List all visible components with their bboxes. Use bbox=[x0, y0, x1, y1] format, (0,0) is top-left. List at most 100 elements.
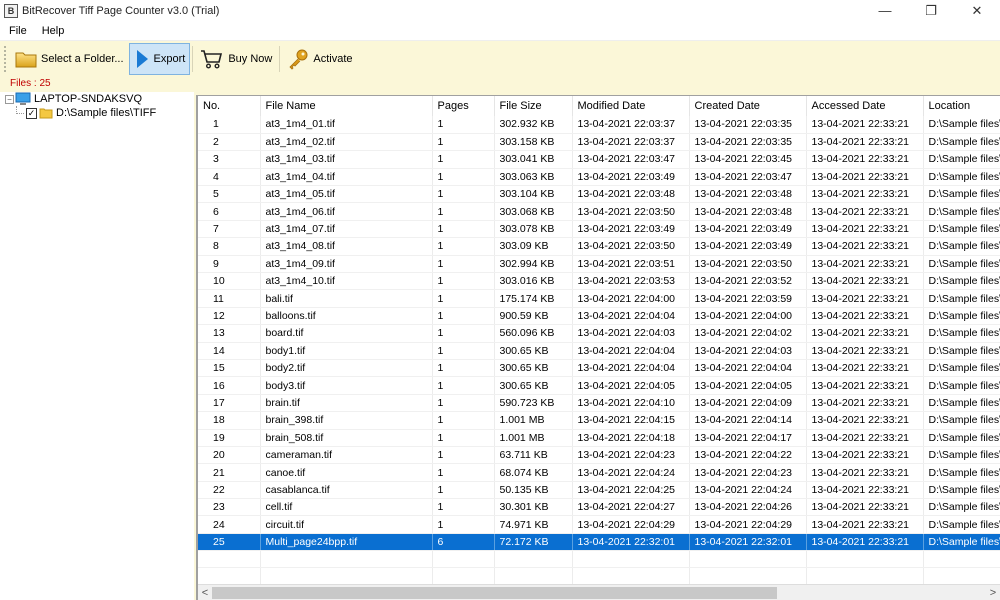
column-header-modified-date[interactable]: Modified Date bbox=[572, 96, 690, 116]
cell-accessed-date: 13-04-2021 22:33:21 bbox=[806, 498, 924, 517]
empty-cell bbox=[494, 550, 573, 569]
cell-file-name: at3_1m4_04.tif bbox=[260, 168, 433, 187]
files-table-container: No. File Name Pages File Size Modified D… bbox=[196, 95, 1000, 600]
column-header-created-date[interactable]: Created Date bbox=[689, 96, 807, 116]
table-row[interactable]: 12 balloons.tif 1 900.59 KB 13-04-2021 22:04… bbox=[198, 307, 1000, 326]
cell-pages: 1 bbox=[432, 255, 495, 274]
cell-location: D:\Sample files\ bbox=[923, 220, 1000, 239]
column-header-accessed-date[interactable]: Accessed Date bbox=[806, 96, 924, 116]
cell-no: 20 bbox=[198, 446, 261, 465]
cell-accessed-date: 13-04-2021 22:33:21 bbox=[806, 289, 924, 308]
table-row[interactable]: 6 at3_1m4_06.tif 1 303.068 KB 13-04-2021 22:… bbox=[198, 202, 1000, 221]
cell-file-size: 303.041 KB bbox=[494, 150, 573, 169]
table-row[interactable]: 3 at3_1m4_03.tif 1 303.041 KB 13-04-2021 22:… bbox=[198, 150, 1000, 169]
column-header-pages[interactable]: Pages bbox=[432, 96, 495, 116]
table-row[interactable]: 13 board.tif 1 560.096 KB 13-04-2021 22:04:0… bbox=[198, 324, 1000, 343]
table-row[interactable]: 8 at3_1m4_08.tif 1 303.09 KB 13-04-2021 22:0… bbox=[198, 237, 1000, 256]
cell-created-date: 13-04-2021 22:03:52 bbox=[689, 272, 807, 291]
empty-cell bbox=[432, 550, 495, 569]
scroll-right-arrow[interactable]: > bbox=[986, 585, 1000, 600]
menu-help[interactable]: Help bbox=[36, 25, 71, 37]
cell-file-name: casablanca.tif bbox=[260, 481, 433, 500]
cell-file-size: 175.174 KB bbox=[494, 289, 573, 308]
cell-file-name: body3.tif bbox=[260, 376, 433, 395]
cell-file-size: 300.65 KB bbox=[494, 376, 573, 395]
cell-accessed-date: 13-04-2021 22:33:21 bbox=[806, 446, 924, 465]
cell-location: D:\Sample files\ bbox=[923, 168, 1000, 187]
column-header-no[interactable]: No. bbox=[198, 96, 261, 116]
cell-file-name: at3_1m4_01.tif bbox=[260, 116, 433, 134]
activate-button[interactable]: Activate bbox=[282, 43, 357, 75]
window-title: BitRecover Tiff Page Counter v3.0 (Trial… bbox=[22, 4, 220, 17]
empty-cell bbox=[198, 550, 261, 569]
scroll-left-arrow[interactable]: < bbox=[198, 585, 212, 600]
table-row[interactable]: 7 at3_1m4_07.tif 1 303.078 KB 13-04-2021 22:… bbox=[198, 220, 1000, 239]
cell-file-name: canoe.tif bbox=[260, 463, 433, 482]
select-folder-button[interactable]: Select a Folder... bbox=[10, 43, 129, 75]
table-row[interactable]: 11 bali.tif 1 175.174 KB 13-04-2021 22:04:00… bbox=[198, 289, 1000, 308]
folder-icon bbox=[39, 108, 53, 119]
close-button[interactable]: ✕ bbox=[954, 0, 1000, 21]
column-header-file-name[interactable]: File Name bbox=[260, 96, 433, 116]
table-row[interactable]: 24 circuit.tif 1 74.971 KB 13-04-2021 22:04:… bbox=[198, 515, 1000, 534]
table-row[interactable]: 1 at3_1m4_01.tif 1 302.932 KB 13-04-2021 22:… bbox=[198, 116, 1000, 134]
table-row[interactable]: 10 at3_1m4_10.tif 1 303.016 KB 13-04-2021 22… bbox=[198, 272, 1000, 291]
cell-accessed-date: 13-04-2021 22:33:21 bbox=[806, 481, 924, 500]
buy-now-label: Buy Now bbox=[228, 52, 273, 65]
table-row[interactable]: 5 at3_1m4_05.tif 1 303.104 KB 13-04-2021 22:… bbox=[198, 185, 1000, 204]
cell-location: D:\Sample files\ bbox=[923, 429, 1000, 447]
cell-modified-date: 13-04-2021 22:03:53 bbox=[572, 272, 690, 291]
menu-file[interactable]: File bbox=[3, 25, 33, 37]
table-row[interactable]: 14 body1.tif 1 300.65 KB 13-04-2021 22:04:04… bbox=[198, 342, 1000, 360]
table-row[interactable]: 25 Multi_page24bpp.tif 6 72.172 KB 13-04-202… bbox=[198, 533, 1000, 552]
cell-modified-date: 13-04-2021 22:04:27 bbox=[572, 498, 690, 517]
cell-modified-date: 13-04-2021 22:04:04 bbox=[572, 307, 690, 326]
buy-now-button[interactable]: Buy Now bbox=[195, 43, 277, 75]
cell-created-date: 13-04-2021 22:03:35 bbox=[689, 116, 807, 134]
cell-no: 11 bbox=[198, 289, 261, 308]
cell-no: 25 bbox=[198, 533, 261, 552]
table-row[interactable]: 15 body2.tif 1 300.65 KB 13-04-2021 22:04:04… bbox=[198, 359, 1000, 378]
cell-file-size: 560.096 KB bbox=[494, 324, 573, 343]
table-row[interactable]: 20 cameraman.tif 1 63.711 KB 13-04-2021 22:0… bbox=[198, 446, 1000, 465]
collapse-icon[interactable]: − bbox=[5, 94, 14, 104]
table-row[interactable]: 23 cell.tif 1 30.301 KB 13-04-2021 22:04:27 1… bbox=[198, 498, 1000, 517]
cell-modified-date: 13-04-2021 22:04:00 bbox=[572, 289, 690, 308]
cell-pages: 6 bbox=[432, 533, 495, 552]
minimize-button[interactable]: — bbox=[862, 0, 908, 21]
cell-file-size: 1.001 MB bbox=[494, 411, 573, 430]
table-row[interactable]: 19 brain_508.tif 1 1.001 MB 13-04-2021 22:04… bbox=[198, 429, 1000, 447]
table-row[interactable]: 17 brain.tif 1 590.723 KB 13-04-2021 22:04:1… bbox=[198, 394, 1000, 413]
cell-created-date: 13-04-2021 22:04:00 bbox=[689, 307, 807, 326]
column-header-file-size[interactable]: File Size bbox=[494, 96, 573, 116]
table-row[interactable]: 21 canoe.tif 1 68.074 KB 13-04-2021 22:04:24… bbox=[198, 463, 1000, 482]
empty-cell bbox=[260, 567, 433, 586]
cell-file-name: balloons.tif bbox=[260, 307, 433, 326]
table-row[interactable]: 22 casablanca.tif 1 50.135 KB 13-04-2021 22:… bbox=[198, 481, 1000, 500]
tree-node-folder[interactable]: ✓ D:\Sample files\TIFF bbox=[0, 106, 194, 120]
cell-no: 12 bbox=[198, 307, 261, 326]
scroll-track[interactable] bbox=[212, 586, 986, 600]
cell-no: 13 bbox=[198, 324, 261, 343]
cell-accessed-date: 13-04-2021 22:33:21 bbox=[806, 533, 924, 552]
toolbar-grip[interactable] bbox=[4, 45, 7, 72]
scroll-thumb[interactable] bbox=[212, 586, 778, 599]
maximize-button[interactable]: ❐ bbox=[908, 0, 954, 21]
key-icon bbox=[289, 49, 308, 70]
folder-checkbox[interactable]: ✓ bbox=[26, 107, 37, 119]
table-row[interactable]: 9 at3_1m4_09.tif 1 302.994 KB 13-04-2021 22:… bbox=[198, 255, 1000, 274]
cell-location: D:\Sample files\ bbox=[923, 359, 1000, 378]
table-header-row: No. File Name Pages File Size Modified D… bbox=[198, 96, 1000, 116]
table-row[interactable]: 18 brain_398.tif 1 1.001 MB 13-04-2021 22:04… bbox=[198, 411, 1000, 430]
menu-bar: File Help bbox=[0, 21, 1000, 40]
column-header-location[interactable]: Location bbox=[923, 96, 1000, 116]
table-row[interactable]: 4 at3_1m4_04.tif 1 303.063 KB 13-04-2021 22:… bbox=[198, 168, 1000, 187]
toolbar: Select a Folder... Export Buy Now Activa… bbox=[0, 40, 1000, 76]
cell-file-size: 74.971 KB bbox=[494, 515, 573, 534]
table-row[interactable]: 2 at3_1m4_02.tif 1 303.158 KB 13-04-2021 22:… bbox=[198, 133, 1000, 152]
horizontal-scrollbar[interactable]: < > bbox=[198, 584, 1000, 600]
table-row[interactable]: 16 body3.tif 1 300.65 KB 13-04-2021 22:04:05… bbox=[198, 376, 1000, 395]
tree-node-computer[interactable]: − LAPTOP-SNDAKSVQ bbox=[0, 92, 194, 106]
folder-tree: − LAPTOP-SNDAKSVQ ✓ D:\Sample files\TIFF bbox=[0, 92, 194, 600]
export-button[interactable]: Export bbox=[128, 42, 191, 75]
